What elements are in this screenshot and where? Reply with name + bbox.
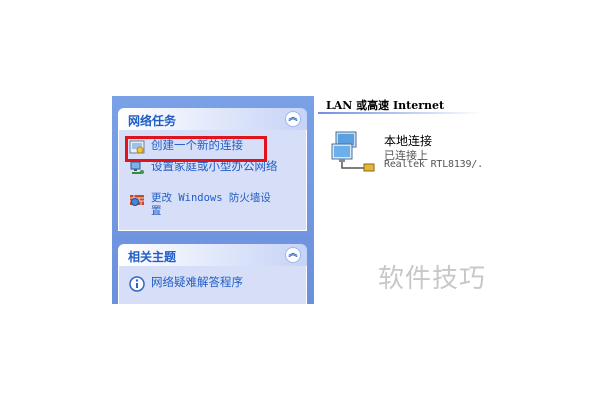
related-topics-group: 相关主题 ︽ 网络疑难解答程序 <box>118 244 307 305</box>
watermark-text: 软件技巧 <box>378 264 487 294</box>
task-home-network[interactable]: 设置家庭或小型办公网络 <box>129 160 281 176</box>
task-pane: 网络任务 ︽ 创建一个新的连接 设置家庭或小型办公网络 更改 Windows 防… <box>112 96 314 305</box>
firewall-icon <box>130 195 144 206</box>
section-title: LAN 或高速 Internet <box>326 99 445 112</box>
highlight-box <box>125 136 267 162</box>
collapse-related-topics-button[interactable]: ︽ <box>285 247 301 263</box>
task-network-troubleshooter[interactable]: 网络疑难解答程序 <box>129 276 243 292</box>
home-network-icon <box>130 161 144 174</box>
task-label: 网络疑难解答程序 <box>151 275 243 289</box>
connection-device: Realtek RTL8139/. <box>384 159 483 170</box>
network-connection-icon <box>331 131 375 172</box>
task-firewall-settings[interactable]: 更改 Windows 防火墙设置 <box>129 192 281 218</box>
network-tasks-title: 网络任务 <box>128 114 177 128</box>
info-icon <box>129 276 145 292</box>
related-topics-title: 相关主题 <box>128 250 177 264</box>
collapse-network-tasks-button[interactable]: ︽ <box>285 111 301 127</box>
related-topics-body: 网络疑难解答程序 <box>118 266 307 305</box>
network-tasks-header[interactable]: 网络任务 ︽ <box>118 108 307 130</box>
section-divider <box>318 112 482 114</box>
task-label: 更改 Windows 防火墙设置 <box>151 192 271 217</box>
related-topics-header[interactable]: 相关主题 ︽ <box>118 244 307 266</box>
network-tasks-group: 网络任务 ︽ 创建一个新的连接 设置家庭或小型办公网络 更改 Windows 防… <box>118 108 307 231</box>
